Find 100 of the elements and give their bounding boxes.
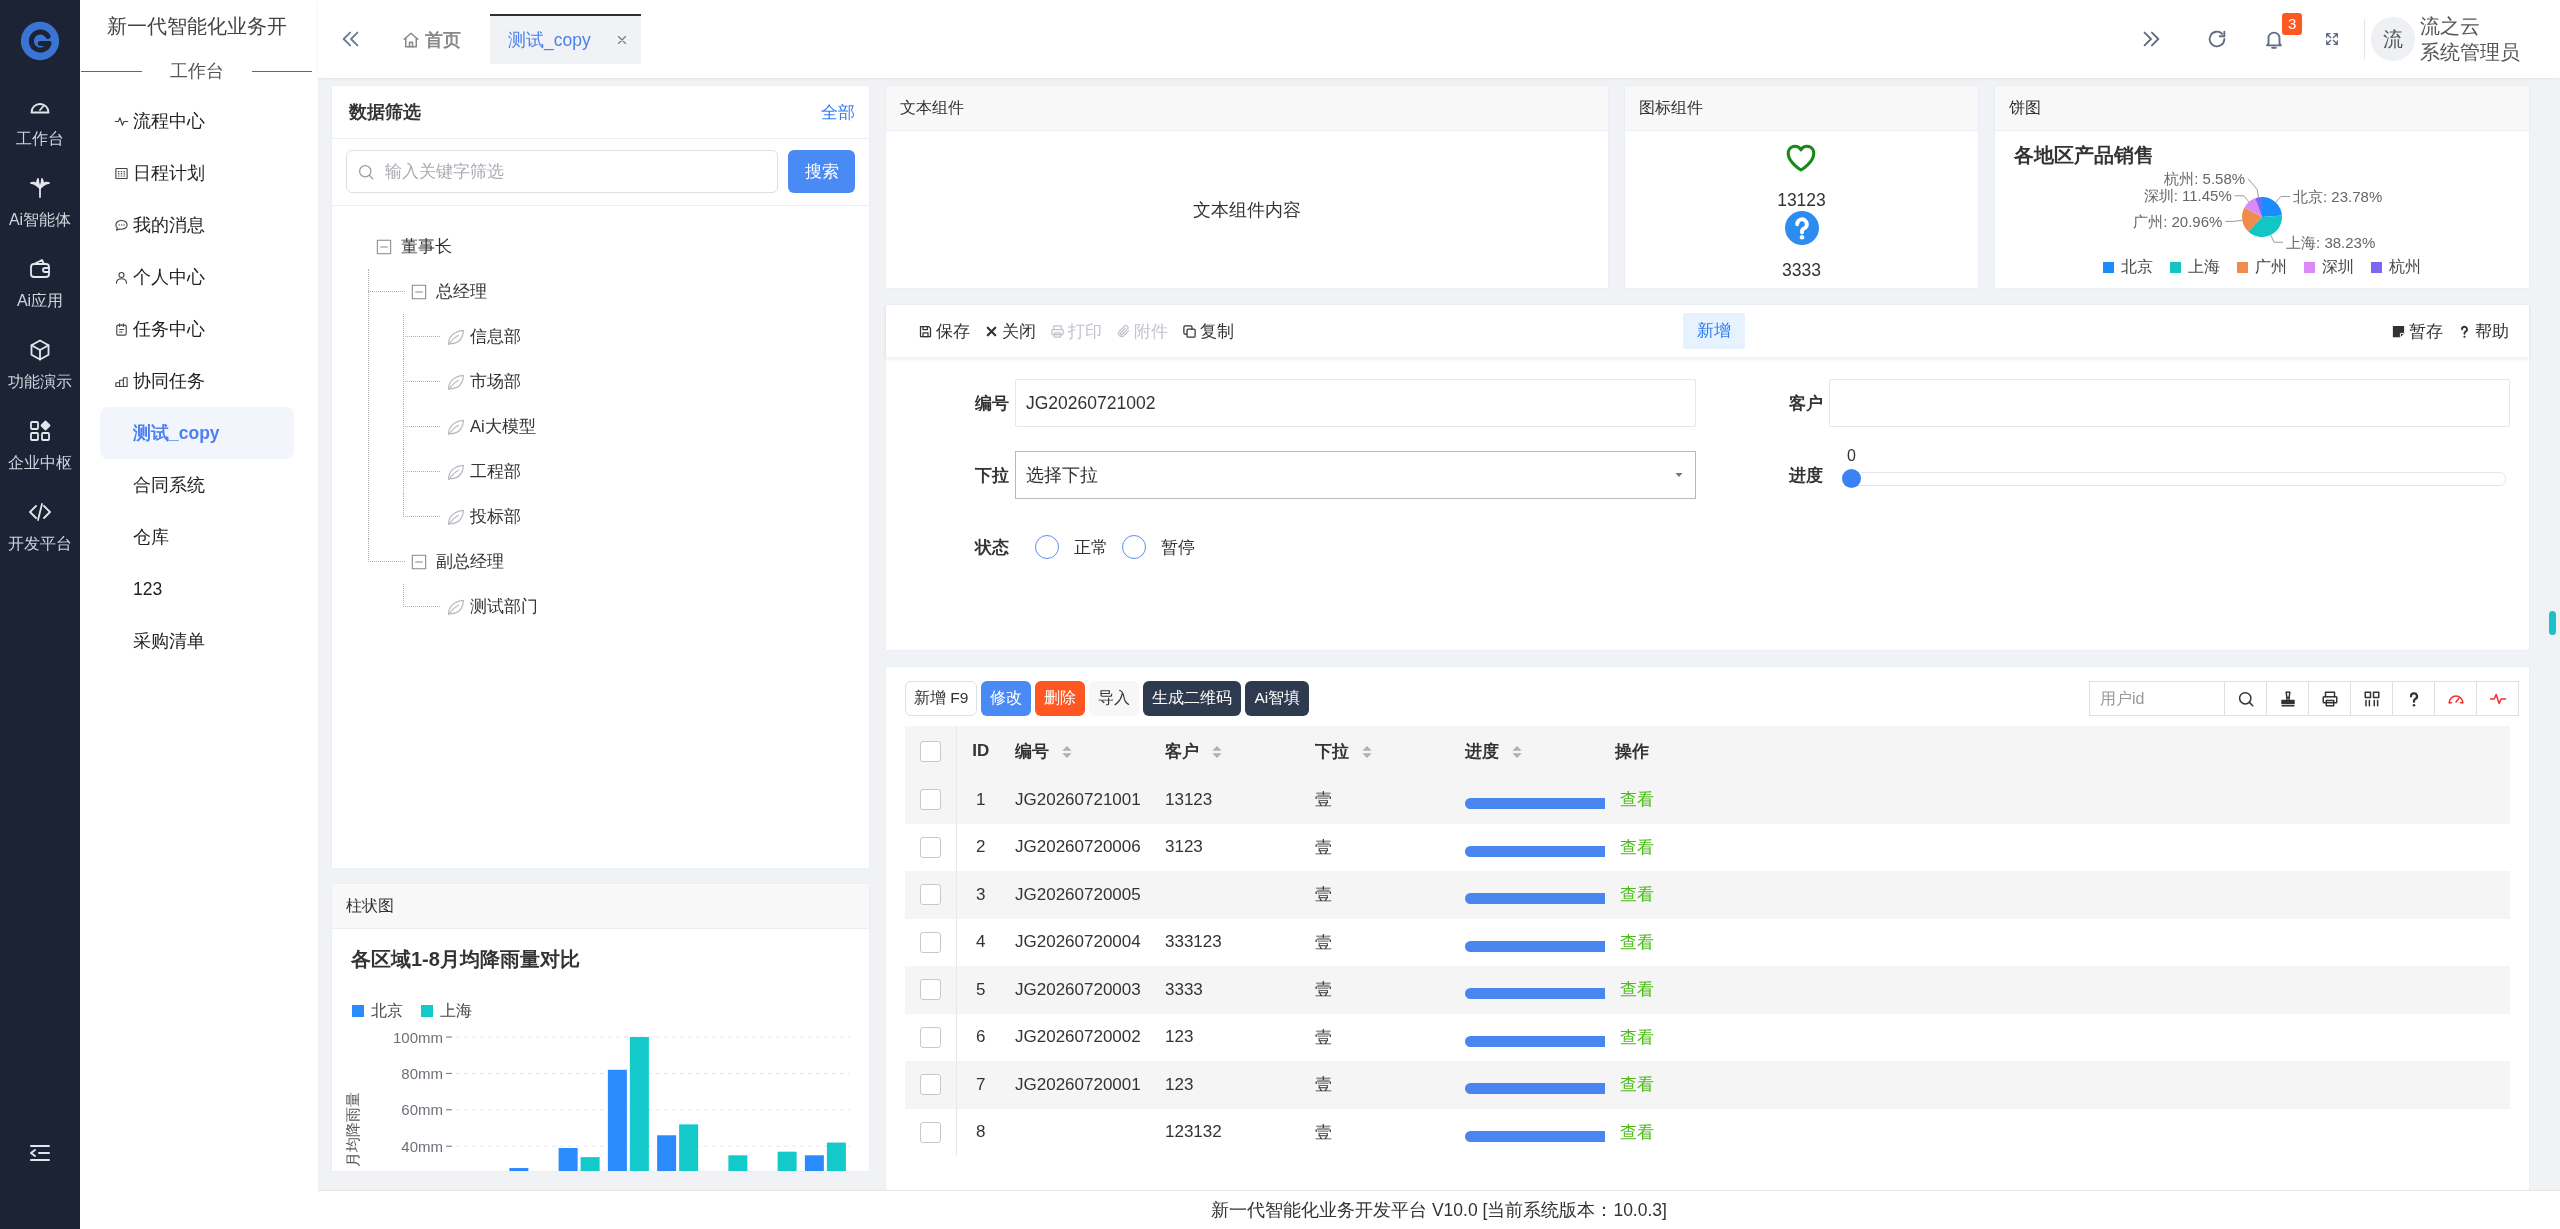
table-cell: 123 xyxy=(1155,1061,1305,1109)
select-field[interactable]: 选择下拉 xyxy=(1015,451,1696,499)
footer-text: 新一代智能化业务开发平台 V10.0 [当前系统版本：10.0.3] xyxy=(1211,1199,1667,1222)
user-role: 系统管理员 xyxy=(2420,40,2520,65)
tree-node-label[interactable]: 测试部门 xyxy=(470,595,538,618)
rail-item[interactable]: 功能演示 xyxy=(8,338,72,392)
toolbar-button[interactable]: 帮助 xyxy=(2457,319,2509,343)
menu-item[interactable]: 任务中心 xyxy=(100,303,294,355)
tab[interactable]: 首页 xyxy=(388,14,475,64)
tree-node-label[interactable]: 副总经理 xyxy=(436,550,504,573)
search-icon xyxy=(357,162,375,181)
column-header[interactable]: 下拉 xyxy=(1305,726,1455,776)
table-cell: 壹 xyxy=(1305,918,1455,966)
menu-item[interactable]: 采购清单 xyxy=(100,615,294,667)
table-row[interactable]: 1 JG20260721001 13123 壹 查看 xyxy=(905,776,2510,824)
text-field[interactable]: JG20260721002 xyxy=(1015,379,1696,427)
code-icon xyxy=(28,500,52,524)
menu-item[interactable]: 123 xyxy=(100,563,294,615)
icon-button[interactable] xyxy=(2393,681,2435,716)
tree-node-label[interactable]: 董事长 xyxy=(401,235,452,258)
legend-label[interactable]: 上海 xyxy=(440,1001,472,1020)
icon-button[interactable] xyxy=(2309,681,2351,716)
toolbar-button[interactable]: 复制 xyxy=(1182,319,1234,343)
menu-item[interactable]: 流程中心 xyxy=(100,95,294,147)
menu-item[interactable]: 仓库 xyxy=(100,511,294,563)
stamp-icon xyxy=(2278,689,2297,708)
tree-node-label[interactable]: 投标部 xyxy=(470,505,521,528)
rail-item[interactable]: Ai智能体 xyxy=(8,176,72,230)
show-all-link[interactable]: 全部 xyxy=(821,100,855,124)
action-button[interactable]: 导入 xyxy=(1089,681,1140,716)
tree-node-label[interactable]: 工程部 xyxy=(470,460,521,483)
toolbar-button[interactable]: 暂存 xyxy=(2391,319,2443,343)
table-row[interactable]: 5 JG20260720003 3333 壹 查看 xyxy=(905,966,2510,1014)
menu-item[interactable]: 日程计划 xyxy=(100,147,294,199)
bar xyxy=(657,1135,677,1171)
icon-button[interactable] xyxy=(2267,681,2309,716)
tree-node-label[interactable]: 总经理 xyxy=(436,280,487,303)
text-field[interactable] xyxy=(1829,379,2510,427)
checkbox[interactable] xyxy=(919,1121,941,1143)
minus-box-icon[interactable] xyxy=(411,283,427,300)
radio-button[interactable] xyxy=(1035,535,1059,559)
checkbox[interactable] xyxy=(919,979,941,1001)
checkbox[interactable] xyxy=(919,836,941,858)
legend-label[interactable]: 上海 xyxy=(2188,257,2220,277)
action-button[interactable]: Ai智填 xyxy=(1245,681,1310,716)
checkbox[interactable] xyxy=(919,789,941,811)
checkbox[interactable] xyxy=(919,740,941,762)
table-cell: JG20260720006 xyxy=(1005,823,1155,871)
radio-button[interactable] xyxy=(1122,535,1146,559)
radio-label[interactable]: 正常 xyxy=(1074,535,1108,559)
column-header[interactable]: 客户 xyxy=(1155,726,1305,776)
icon-button[interactable] xyxy=(2225,681,2267,716)
scrollbar-thumb[interactable] xyxy=(2549,611,2556,635)
legend-label[interactable]: 深圳 xyxy=(2322,257,2354,277)
avatar[interactable]: 流 xyxy=(2371,17,2415,61)
toolbar-button[interactable]: 关闭 xyxy=(984,319,1036,343)
toolbar-button[interactable]: 保存 xyxy=(918,319,970,343)
slider-thumb[interactable] xyxy=(1842,468,1861,488)
legend-label[interactable]: 北京 xyxy=(371,1001,403,1020)
menu-item[interactable]: 合同系统 xyxy=(100,459,294,511)
checkbox[interactable] xyxy=(919,931,941,953)
column-header[interactable]: 进度 xyxy=(1455,726,1605,776)
icon-button[interactable] xyxy=(2351,681,2393,716)
minus-box-icon[interactable] xyxy=(376,238,392,255)
menu-item[interactable]: 协同任务 xyxy=(100,355,294,407)
refresh-icon[interactable] xyxy=(2206,28,2228,50)
table-row[interactable]: 3 JG20260720005 壹 查看 xyxy=(905,871,2510,919)
column-header[interactable]: 编号 xyxy=(1005,726,1155,776)
tree-node-label[interactable]: Ai大模型 xyxy=(470,415,536,438)
table-cell: 123132 xyxy=(1155,1108,1305,1156)
fullscreen-icon[interactable] xyxy=(2324,31,2340,47)
table-cell: 13123 xyxy=(1155,776,1305,824)
field-label: 进度 xyxy=(1789,464,1824,487)
tree-node-label[interactable]: 市场部 xyxy=(470,370,521,393)
action-button[interactable]: 新增 F9 xyxy=(905,681,978,716)
action-button[interactable]: 生成二维码 xyxy=(1143,681,1242,716)
slice-label: 广州: 20.96% xyxy=(2133,212,2223,230)
rail-item[interactable]: Ai应用 xyxy=(16,257,64,311)
rail-item[interactable]: 企业中枢 xyxy=(8,419,72,473)
checkbox[interactable] xyxy=(919,884,941,906)
minus-box-icon[interactable] xyxy=(411,553,427,570)
checkbox[interactable] xyxy=(919,1074,941,1096)
rail-item[interactable]: 工作台 xyxy=(16,95,64,149)
menu-item[interactable]: 个人中心 xyxy=(100,251,294,303)
search-field[interactable]: 输入关键字筛选 xyxy=(346,150,778,193)
radio-label[interactable]: 暂停 xyxy=(1161,535,1195,559)
checkbox[interactable] xyxy=(919,1026,941,1048)
menu-item[interactable]: 我的消息 xyxy=(100,199,294,251)
slider-track[interactable] xyxy=(1842,468,2506,488)
table-row[interactable]: 7 JG20260720001 123 壹 查看 xyxy=(905,1061,2510,1109)
panel-title: 数据筛选 xyxy=(349,101,421,124)
table-row[interactable]: 8 123132 壹 查看 xyxy=(905,1108,2510,1156)
legend-label[interactable]: 杭州 xyxy=(2389,257,2421,277)
legend-label[interactable]: 广州 xyxy=(2255,257,2287,277)
rail-item[interactable]: 开发平台 xyxy=(8,500,72,554)
search-field[interactable]: 用户id xyxy=(2089,681,2225,716)
table-cell: 5 xyxy=(956,966,1005,1014)
legend-label[interactable]: 北京 xyxy=(2121,257,2153,277)
tree-node-label[interactable]: 信息部 xyxy=(470,325,521,348)
chart-title: 各区域1-8月均降雨量对比 xyxy=(351,947,580,971)
